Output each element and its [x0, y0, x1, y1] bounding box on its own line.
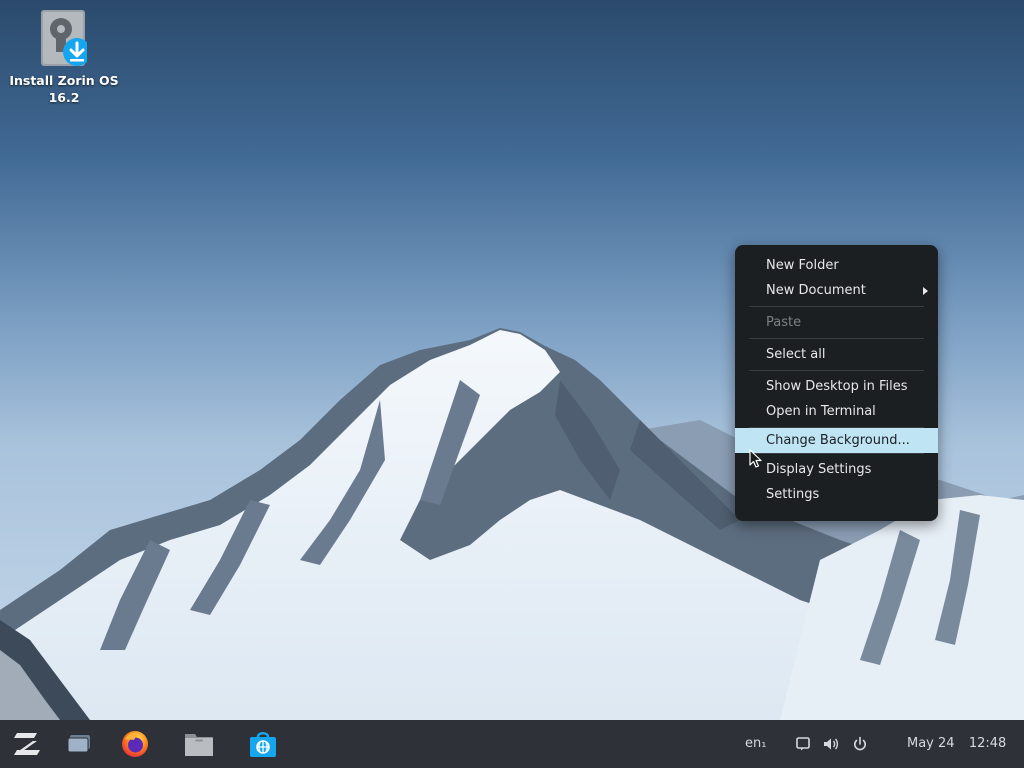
menu-item-label: Open in Terminal — [766, 404, 876, 419]
menu-item-show-desktop-in-files[interactable]: Show Desktop in Files — [735, 374, 938, 399]
menu-item-label: New Document — [766, 283, 866, 298]
desktop-context-menu: New Folder New Document Paste Select all… — [735, 245, 938, 521]
mouse-pointer-icon — [749, 449, 762, 468]
menu-item-open-in-terminal[interactable]: Open in Terminal — [735, 399, 938, 424]
menu-item-settings[interactable]: Settings — [735, 482, 938, 507]
software-store-icon — [250, 732, 276, 757]
clock-date: May 24 — [907, 736, 955, 751]
menu-item-new-document[interactable]: New Document — [735, 278, 938, 303]
window-switcher-button[interactable] — [63, 728, 95, 760]
install-zorin-os-icon — [41, 10, 91, 68]
menu-item-label: Settings — [766, 487, 820, 502]
files-launcher[interactable] — [183, 728, 215, 760]
clock-time: 12:48 — [968, 736, 1007, 751]
zorin-menu-button[interactable] — [11, 728, 43, 760]
desktop-icon-label-line1: Install Zorin OS — [9, 73, 119, 88]
menu-item-select-all[interactable]: Select all — [735, 342, 938, 367]
desktop-icon-install-zorin-os[interactable]: Install Zorin OS 16.2 — [8, 10, 120, 106]
zorin-menu-icon — [14, 733, 40, 755]
menu-item-label: Display Settings — [766, 462, 872, 477]
taskbar: en₁ May 24 12:48 — [0, 720, 1024, 768]
menu-item-change-background[interactable]: Change Background... — [735, 428, 938, 453]
submenu-arrow-icon — [923, 287, 928, 295]
clock[interactable]: May 24 12:48 — [907, 720, 1006, 768]
menu-item-display-settings[interactable]: Display Settings — [735, 457, 938, 482]
menu-item-label: Select all — [766, 347, 826, 362]
menu-item-label: Change Background... — [766, 433, 910, 448]
menu-separator — [749, 453, 924, 454]
software-store-launcher[interactable] — [247, 728, 279, 760]
power-icon[interactable] — [852, 736, 868, 752]
desktop-icon-label-line2: 16.2 — [48, 90, 80, 105]
menu-item-label: New Folder — [766, 258, 839, 273]
desktop-background[interactable]: Install Zorin OS 16.2 New Folder New Doc… — [0, 0, 1024, 720]
menu-item-paste: Paste — [735, 310, 938, 335]
firefox-launcher[interactable] — [119, 728, 151, 760]
menu-item-new-folder[interactable]: New Folder — [735, 253, 938, 278]
files-icon — [185, 734, 213, 756]
menu-separator — [749, 306, 924, 307]
window-switcher-icon — [67, 735, 90, 753]
notifications-icon[interactable] — [795, 736, 811, 752]
menu-separator — [749, 370, 924, 371]
firefox-icon — [122, 731, 148, 757]
menu-separator — [749, 338, 924, 339]
menu-item-label: Show Desktop in Files — [766, 379, 908, 394]
keyboard-layout-indicator[interactable]: en₁ — [745, 720, 766, 768]
volume-icon[interactable] — [823, 736, 839, 752]
menu-item-label: Paste — [766, 315, 802, 330]
